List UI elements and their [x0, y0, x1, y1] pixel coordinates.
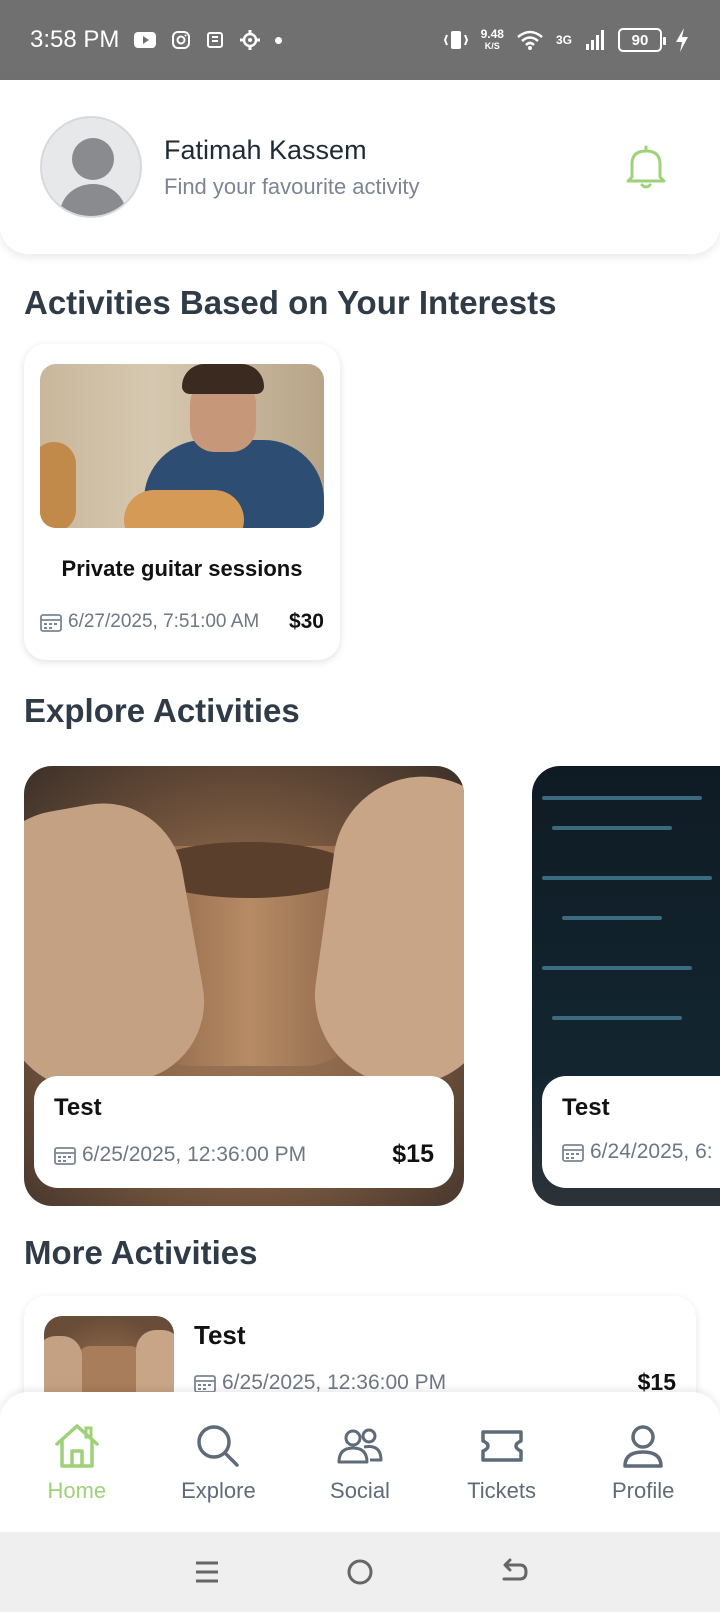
explore-section-title: Explore Activities — [24, 692, 300, 729]
nav-explore[interactable]: Explore — [153, 1420, 283, 1504]
wifi-icon — [517, 30, 543, 50]
calendar-icon — [194, 1374, 216, 1393]
more-section-title: More Activities — [24, 1234, 258, 1271]
home-icon — [55, 1424, 99, 1468]
activity-title: Private guitar sessions — [61, 556, 303, 581]
status-bar: 3:58 PM 9.48 K/S 3G 90 — [0, 0, 720, 80]
explore-activity-card[interactable]: Test 6/24/2025, 6: — [532, 766, 720, 1206]
search-icon — [197, 1425, 240, 1467]
explore-card-title: Test — [54, 1094, 102, 1121]
profile-header: Fatimah Kassem Find your favourite activ… — [0, 80, 720, 254]
settings-gear-icon — [240, 30, 261, 50]
user-name: Fatimah Kassem — [164, 134, 367, 165]
avatar[interactable] — [40, 116, 142, 218]
activity-price: $30 — [288, 610, 324, 633]
charging-bolt-icon — [676, 28, 688, 52]
nav-tickets-label: Tickets — [467, 1478, 536, 1503]
vibrate-icon — [443, 31, 468, 49]
calendar-icon — [40, 614, 62, 632]
bottom-navigation: Home Explore Social Tickets Profile — [0, 1392, 720, 1532]
nav-social-label: Social — [330, 1478, 390, 1503]
battery-indicator: 90 — [618, 28, 666, 52]
notification-dot-icon — [275, 36, 283, 44]
activity-image — [40, 364, 324, 528]
more-card-date: 6/25/2025, 12:36:00 PM — [222, 1370, 447, 1394]
users-icon — [337, 1428, 383, 1464]
activity-date: 6/27/2025, 7:51:00 AM — [68, 611, 260, 632]
nav-profile-label: Profile — [611, 1478, 675, 1503]
interests-section-title: Activities Based on Your Interests — [24, 284, 557, 321]
net-speed: 9.48 K/S — [480, 27, 504, 51]
system-navigation-bar — [0, 1532, 720, 1612]
signal-icon — [586, 30, 604, 50]
youtube-icon — [134, 32, 157, 48]
calendar-icon — [562, 1144, 584, 1162]
network-type: 3G — [555, 33, 572, 47]
explore-card-title: Test — [562, 1094, 610, 1121]
back-icon[interactable] — [496, 1555, 530, 1589]
status-time: 3:58 PM — [30, 26, 120, 53]
news-icon — [207, 32, 224, 48]
app-screen: 3:58 PM 9.48 K/S 3G 90 Fatimah Kassem Fi… — [0, 0, 720, 1612]
nav-tickets[interactable]: Tickets — [437, 1420, 567, 1504]
profile-icon — [623, 1425, 663, 1468]
nav-home-label: Home — [47, 1478, 107, 1503]
menu-icon[interactable] — [190, 1555, 224, 1589]
instagram-icon — [172, 31, 191, 49]
home-circle-icon[interactable] — [343, 1555, 377, 1589]
nav-profile[interactable]: Profile — [578, 1420, 708, 1504]
calendar-icon — [54, 1146, 76, 1165]
explore-card-date: 6/24/2025, 6: — [590, 1140, 713, 1163]
explore-card-price: $15 — [392, 1140, 434, 1168]
header-subtitle: Find your favourite activity — [164, 173, 420, 199]
nav-home[interactable]: Home — [12, 1420, 142, 1504]
explore-card-date: 6/25/2025, 12:36:00 PM — [82, 1142, 307, 1166]
nav-social[interactable]: Social — [295, 1420, 425, 1504]
ticket-icon — [480, 1430, 523, 1462]
explore-activity-card[interactable]: Test 6/25/2025, 12:36:00 PM $15 — [24, 766, 464, 1206]
nav-explore-label: Explore — [181, 1478, 256, 1503]
notification-bell-icon[interactable] — [624, 143, 668, 191]
more-card-title: Test — [194, 1320, 246, 1350]
interest-activity-card[interactable]: Private guitar sessions 6/27/2025, 7:51:… — [24, 344, 340, 660]
